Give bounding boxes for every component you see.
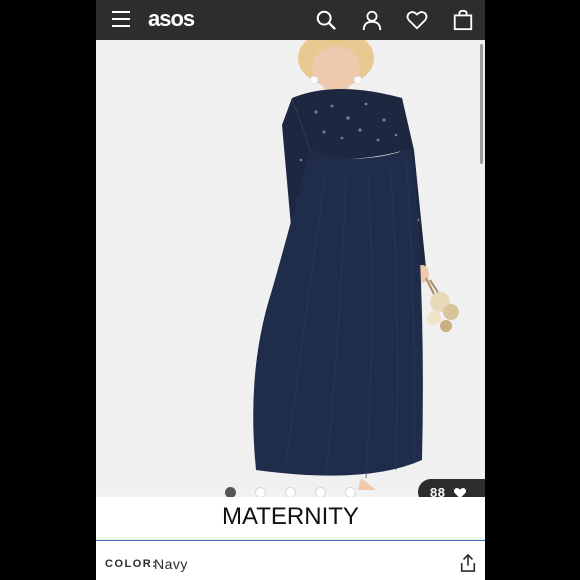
search-icon[interactable]	[315, 9, 337, 31]
color-label: COLOR:	[105, 558, 158, 570]
product-image[interactable]	[96, 40, 485, 490]
bag-icon[interactable]	[452, 9, 474, 31]
scrollbar[interactable]	[480, 44, 483, 164]
share-icon[interactable]	[459, 553, 477, 573]
app-screen: asos 88 MATERNITY COLOR: Navy	[96, 0, 485, 580]
product-info-row: COLOR: Navy	[96, 540, 485, 580]
color-value: Navy	[154, 556, 188, 572]
heart-icon[interactable]	[406, 9, 428, 31]
asos-logo[interactable]: asos	[148, 6, 195, 32]
menu-icon[interactable]	[112, 11, 130, 27]
top-navigation-bar: asos	[96, 0, 485, 40]
banner-title: MATERNITY	[222, 503, 359, 530]
account-icon[interactable]	[361, 9, 383, 31]
category-banner: MATERNITY	[96, 497, 485, 537]
